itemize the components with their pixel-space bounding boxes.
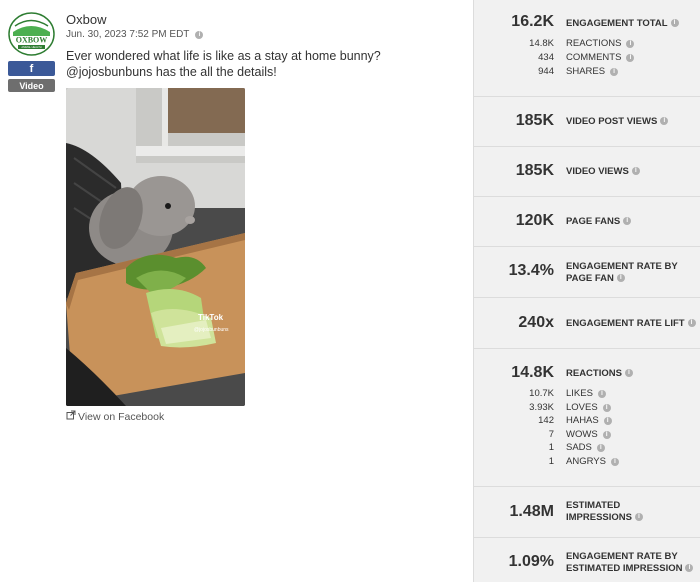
breakdown-row: 944 Shares i (474, 66, 700, 79)
engagement-rate-page-fan-value: 13.4% (508, 262, 554, 279)
post-date: Jun. 30, 2023 7:52 PM EDT i (66, 29, 204, 40)
engagement-rate-impression-value: 1.09% (508, 553, 554, 570)
breakdown-row: 10.7K Likes i (474, 388, 700, 401)
info-icon[interactable]: i (670, 19, 679, 28)
breakdown-row: 3.93K Loves i (474, 402, 700, 415)
engagement-rate-lift-value: 240x (518, 314, 554, 331)
metric-reactions: 14.8K Reactions i 10.7K Likes i 3.93K Love… (474, 349, 700, 487)
post-type-badge: Video (8, 79, 55, 92)
info-icon[interactable]: i (624, 369, 633, 378)
info-icon[interactable]: i (602, 403, 611, 412)
breakdown-row: 7 Wows i (474, 429, 700, 442)
metric-engagement-rate-lift: 240x Engagement Rate Lift i (474, 298, 700, 349)
facebook-icon: f (29, 62, 34, 75)
info-icon[interactable]: i (623, 217, 632, 226)
info-icon[interactable]: i (631, 167, 640, 176)
info-icon[interactable]: i (597, 389, 606, 398)
metric-engagement-total: 16.2K Engagement Total i 14.8K Reactions i… (474, 0, 700, 97)
post-video-thumbnail[interactable]: TikTok @jojosbunbuns (66, 88, 245, 406)
breakdown-row: 1 Sads i (474, 442, 700, 455)
svg-text:ANIMAL HEALTH: ANIMAL HEALTH (21, 45, 41, 49)
breakdown-row: 434 Comments i (474, 52, 700, 65)
svg-text:@jojosbunbuns: @jojosbunbuns (194, 327, 229, 333)
info-icon[interactable]: i (626, 39, 635, 48)
info-icon[interactable]: i (602, 430, 611, 439)
page-fans-value: 120K (515, 212, 554, 229)
reactions-value: 14.8K (511, 364, 554, 381)
info-icon[interactable]: i (687, 319, 696, 328)
engagement-total-label: Engagement Total i (566, 18, 696, 30)
info-icon[interactable]: i (635, 513, 643, 522)
breakdown-row: 142 Hahas i (474, 415, 700, 428)
video-views-value: 185K (515, 162, 554, 179)
metric-page-fans: 120K Page Fans i (474, 197, 700, 247)
svg-text:TikTok: TikTok (198, 313, 224, 322)
metric-engagement-rate-page-fan: 13.4% Engagement Rate By Page Fan i (474, 247, 700, 298)
video-post-views-value: 185K (515, 112, 554, 129)
oxbow-logo: OXBOW ANIMAL HEALTH (8, 12, 55, 56)
engagement-rate-page-fan-label: Engagement Rate By Page Fan i (566, 261, 678, 284)
info-icon[interactable]: i (685, 564, 694, 573)
breakdown-row: 14.8K Reactions i (474, 38, 700, 51)
metrics-panel: 16.2K Engagement Total i 14.8K Reactions i… (473, 0, 700, 582)
metric-estimated-impressions: 1.48M Estimated Impressions i (474, 487, 700, 538)
page-name[interactable]: Oxbow (66, 12, 106, 27)
info-icon[interactable]: i (660, 117, 669, 126)
view-on-facebook-label: View on Facebook (78, 410, 165, 423)
reactions-label: Reactions i (566, 368, 696, 380)
engagement-rate-impression-label: Engagement Rate By Estimated Impression i (566, 551, 696, 575)
metric-engagement-rate-impression: 1.09% Engagement Rate By Estimated Impre… (474, 538, 700, 582)
estimated-impressions-value: 1.48M (509, 503, 554, 520)
info-icon[interactable]: i (610, 457, 619, 466)
engagement-rate-lift-label: Engagement Rate Lift i (566, 318, 696, 330)
view-on-facebook-link[interactable]: View on Facebook (66, 410, 164, 423)
external-link-icon (66, 410, 76, 423)
info-icon[interactable]: i (616, 274, 625, 283)
facebook-network-badge: f (8, 61, 55, 76)
info-icon[interactable]: i (603, 416, 612, 425)
metric-video-views: 185K Video Views i (474, 147, 700, 197)
info-icon[interactable]: i (626, 53, 635, 62)
breakdown-row: 1 Angrys i (474, 456, 700, 469)
video-post-views-label: Video Post Views i (566, 116, 696, 128)
metric-video-post-views: 185K Video Post Views i (474, 97, 700, 147)
post-date-text: Jun. 30, 2023 7:52 PM EDT (66, 29, 190, 40)
engagement-total-value: 16.2K (511, 13, 554, 30)
page-fans-label: Page Fans i (566, 216, 696, 228)
info-icon[interactable]: i (610, 67, 619, 76)
estimated-impressions-label: Estimated Impressions i (566, 500, 696, 524)
svg-text:OXBOW: OXBOW (16, 36, 48, 45)
info-icon[interactable]: i (195, 30, 204, 39)
post-caption: Ever wondered what life is like as a sta… (66, 49, 381, 79)
video-views-label: Video Views i (566, 166, 696, 178)
info-icon[interactable]: i (596, 443, 605, 452)
